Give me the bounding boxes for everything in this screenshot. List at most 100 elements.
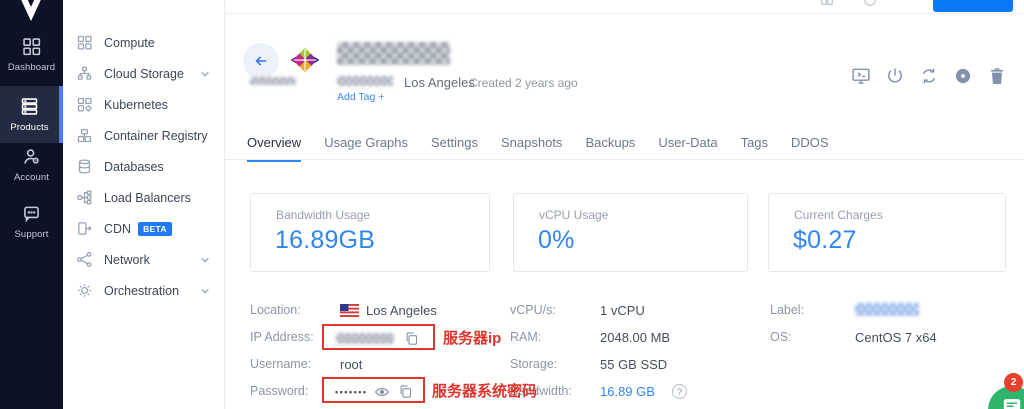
container-registry-icon <box>76 127 93 144</box>
card-label: Bandwidth Usage <box>276 208 370 222</box>
trash-icon[interactable] <box>987 66 1007 86</box>
ram-label: RAM: <box>510 330 541 344</box>
cloud-storage-icon <box>76 65 93 82</box>
card-value: 0% <box>538 226 575 255</box>
bandwidth-usage-card: Bandwidth Usage 16.89GB <box>250 193 490 272</box>
card-value: $0.27 <box>793 226 857 255</box>
menu-item-orchestration[interactable]: Orchestration <box>63 275 224 306</box>
chat-notification-badge: 2 <box>1004 373 1023 392</box>
password-dots: ••••••• <box>335 387 368 397</box>
copy-icon[interactable] <box>404 331 419 346</box>
menu-item-container-registry[interactable]: Container Registry <box>63 120 224 151</box>
server-name-redacted <box>337 42 450 65</box>
support-icon <box>21 203 42 224</box>
menu-item-label: Container Registry <box>104 129 208 143</box>
bandwidth-help-icon[interactable]: ? <box>672 384 687 399</box>
sidebar-item-label: Account <box>14 172 49 183</box>
reinstall-icon[interactable] <box>919 66 939 86</box>
menu-item-network[interactable]: Network <box>63 244 224 275</box>
instance-tabs: Overview Usage Graphs Settings Snapshots… <box>247 135 829 162</box>
console-icon[interactable] <box>851 66 871 86</box>
chat-icon <box>1001 395 1023 409</box>
menu-item-label: Load Balancers <box>104 191 191 205</box>
vcpu-usage-card: vCPU Usage 0% <box>513 193 748 272</box>
nav-rail: Dashboard Products Account Support <box>0 0 63 409</box>
bandwidth-value: 16.89 GB <box>600 384 655 399</box>
back-button[interactable] <box>243 43 279 79</box>
tab-usage-graphs[interactable]: Usage Graphs <box>324 135 408 162</box>
card-label: Current Charges <box>794 208 883 222</box>
power-icon[interactable] <box>885 66 905 86</box>
menu-item-load-balancers[interactable]: Load Balancers <box>63 182 224 213</box>
tabs-divider <box>225 159 1024 160</box>
sidebar-item-label: Dashboard <box>8 62 55 73</box>
orchestration-icon <box>76 282 93 299</box>
sidebar-item-label: Support <box>15 229 49 240</box>
menu-item-databases[interactable]: Databases <box>63 151 224 182</box>
username-label: Username: <box>250 357 311 371</box>
tab-tags[interactable]: Tags <box>741 135 768 162</box>
menu-item-label: Cloud Storage <box>104 67 184 81</box>
storage-label: Storage: <box>510 357 557 371</box>
tab-backups[interactable]: Backups <box>585 135 635 162</box>
header-created: Created 2 years ago <box>469 76 578 90</box>
menu-item-cdn[interactable]: CDN BETA <box>63 213 224 244</box>
arrow-left-icon <box>252 52 270 70</box>
vcpu-label: vCPU/s: <box>510 303 556 317</box>
label-label: Label: <box>770 303 804 317</box>
iso-icon[interactable] <box>953 66 973 86</box>
notifications-icon[interactable] <box>820 0 834 9</box>
tab-snapshots[interactable]: Snapshots <box>501 135 562 162</box>
chevron-down-icon <box>200 286 210 296</box>
instance-actions <box>851 66 1007 86</box>
password-annotation-text: 服务器系统密码 <box>432 380 537 401</box>
compute-icon <box>76 34 93 51</box>
beta-badge: BETA <box>138 222 172 236</box>
eye-icon[interactable] <box>374 384 390 400</box>
menu-item-label: Databases <box>104 160 164 174</box>
us-flag-icon <box>340 304 359 317</box>
menu-item-compute[interactable]: Compute <box>63 27 224 58</box>
tab-overview[interactable]: Overview <box>247 135 301 162</box>
ip-annotation-box <box>322 324 435 350</box>
network-icon <box>76 251 93 268</box>
sidebar-item-support[interactable]: Support <box>0 203 63 240</box>
plan-redacted <box>250 77 296 85</box>
load-balancers-icon <box>76 189 93 206</box>
menu-item-label: Network <box>104 253 150 267</box>
copy-icon[interactable] <box>398 384 413 399</box>
ip-annotation-text: 服务器ip <box>443 327 501 348</box>
vultr-logo <box>14 0 48 22</box>
tab-user-data[interactable]: User-Data <box>658 135 717 162</box>
card-value: 16.89GB <box>275 226 375 255</box>
sidebar-item-products[interactable]: Products <box>0 86 63 143</box>
menu-item-cloud-storage[interactable]: Cloud Storage <box>63 58 224 89</box>
menu-item-label: CDN <box>104 222 131 236</box>
help-icon[interactable] <box>864 0 876 9</box>
account-icon <box>21 146 42 167</box>
tab-settings[interactable]: Settings <box>431 135 478 162</box>
tab-ddos[interactable]: DDOS <box>791 135 829 162</box>
header-location: Los Angeles <box>404 75 475 90</box>
topbar-divider <box>225 13 1024 14</box>
os-value: CentOS 7 x64 <box>855 330 937 345</box>
sidebar-item-label: Products <box>10 122 48 133</box>
deploy-button[interactable] <box>933 0 1013 12</box>
username-value: root <box>340 357 362 372</box>
menu-item-kubernetes[interactable]: Kubernetes <box>63 89 224 120</box>
product-menu: Compute Cloud Storage Kubernetes Contain… <box>63 0 225 409</box>
dashboard-icon <box>21 36 42 57</box>
plan-name-redacted <box>337 76 393 86</box>
ip-address-label: IP Address: <box>250 330 314 344</box>
location-value: Los Angeles <box>366 303 437 318</box>
products-icon <box>19 96 40 117</box>
sidebar-item-account[interactable]: Account <box>0 146 63 183</box>
centos-logo <box>290 45 320 75</box>
os-label: OS: <box>770 330 792 344</box>
databases-icon <box>76 158 93 175</box>
location-label: Location: <box>250 303 301 317</box>
sidebar-item-dashboard[interactable]: Dashboard <box>0 36 63 73</box>
ip-address-redacted <box>336 333 394 344</box>
add-tag-link[interactable]: Add Tag + <box>337 91 384 103</box>
card-label: vCPU Usage <box>539 208 608 222</box>
